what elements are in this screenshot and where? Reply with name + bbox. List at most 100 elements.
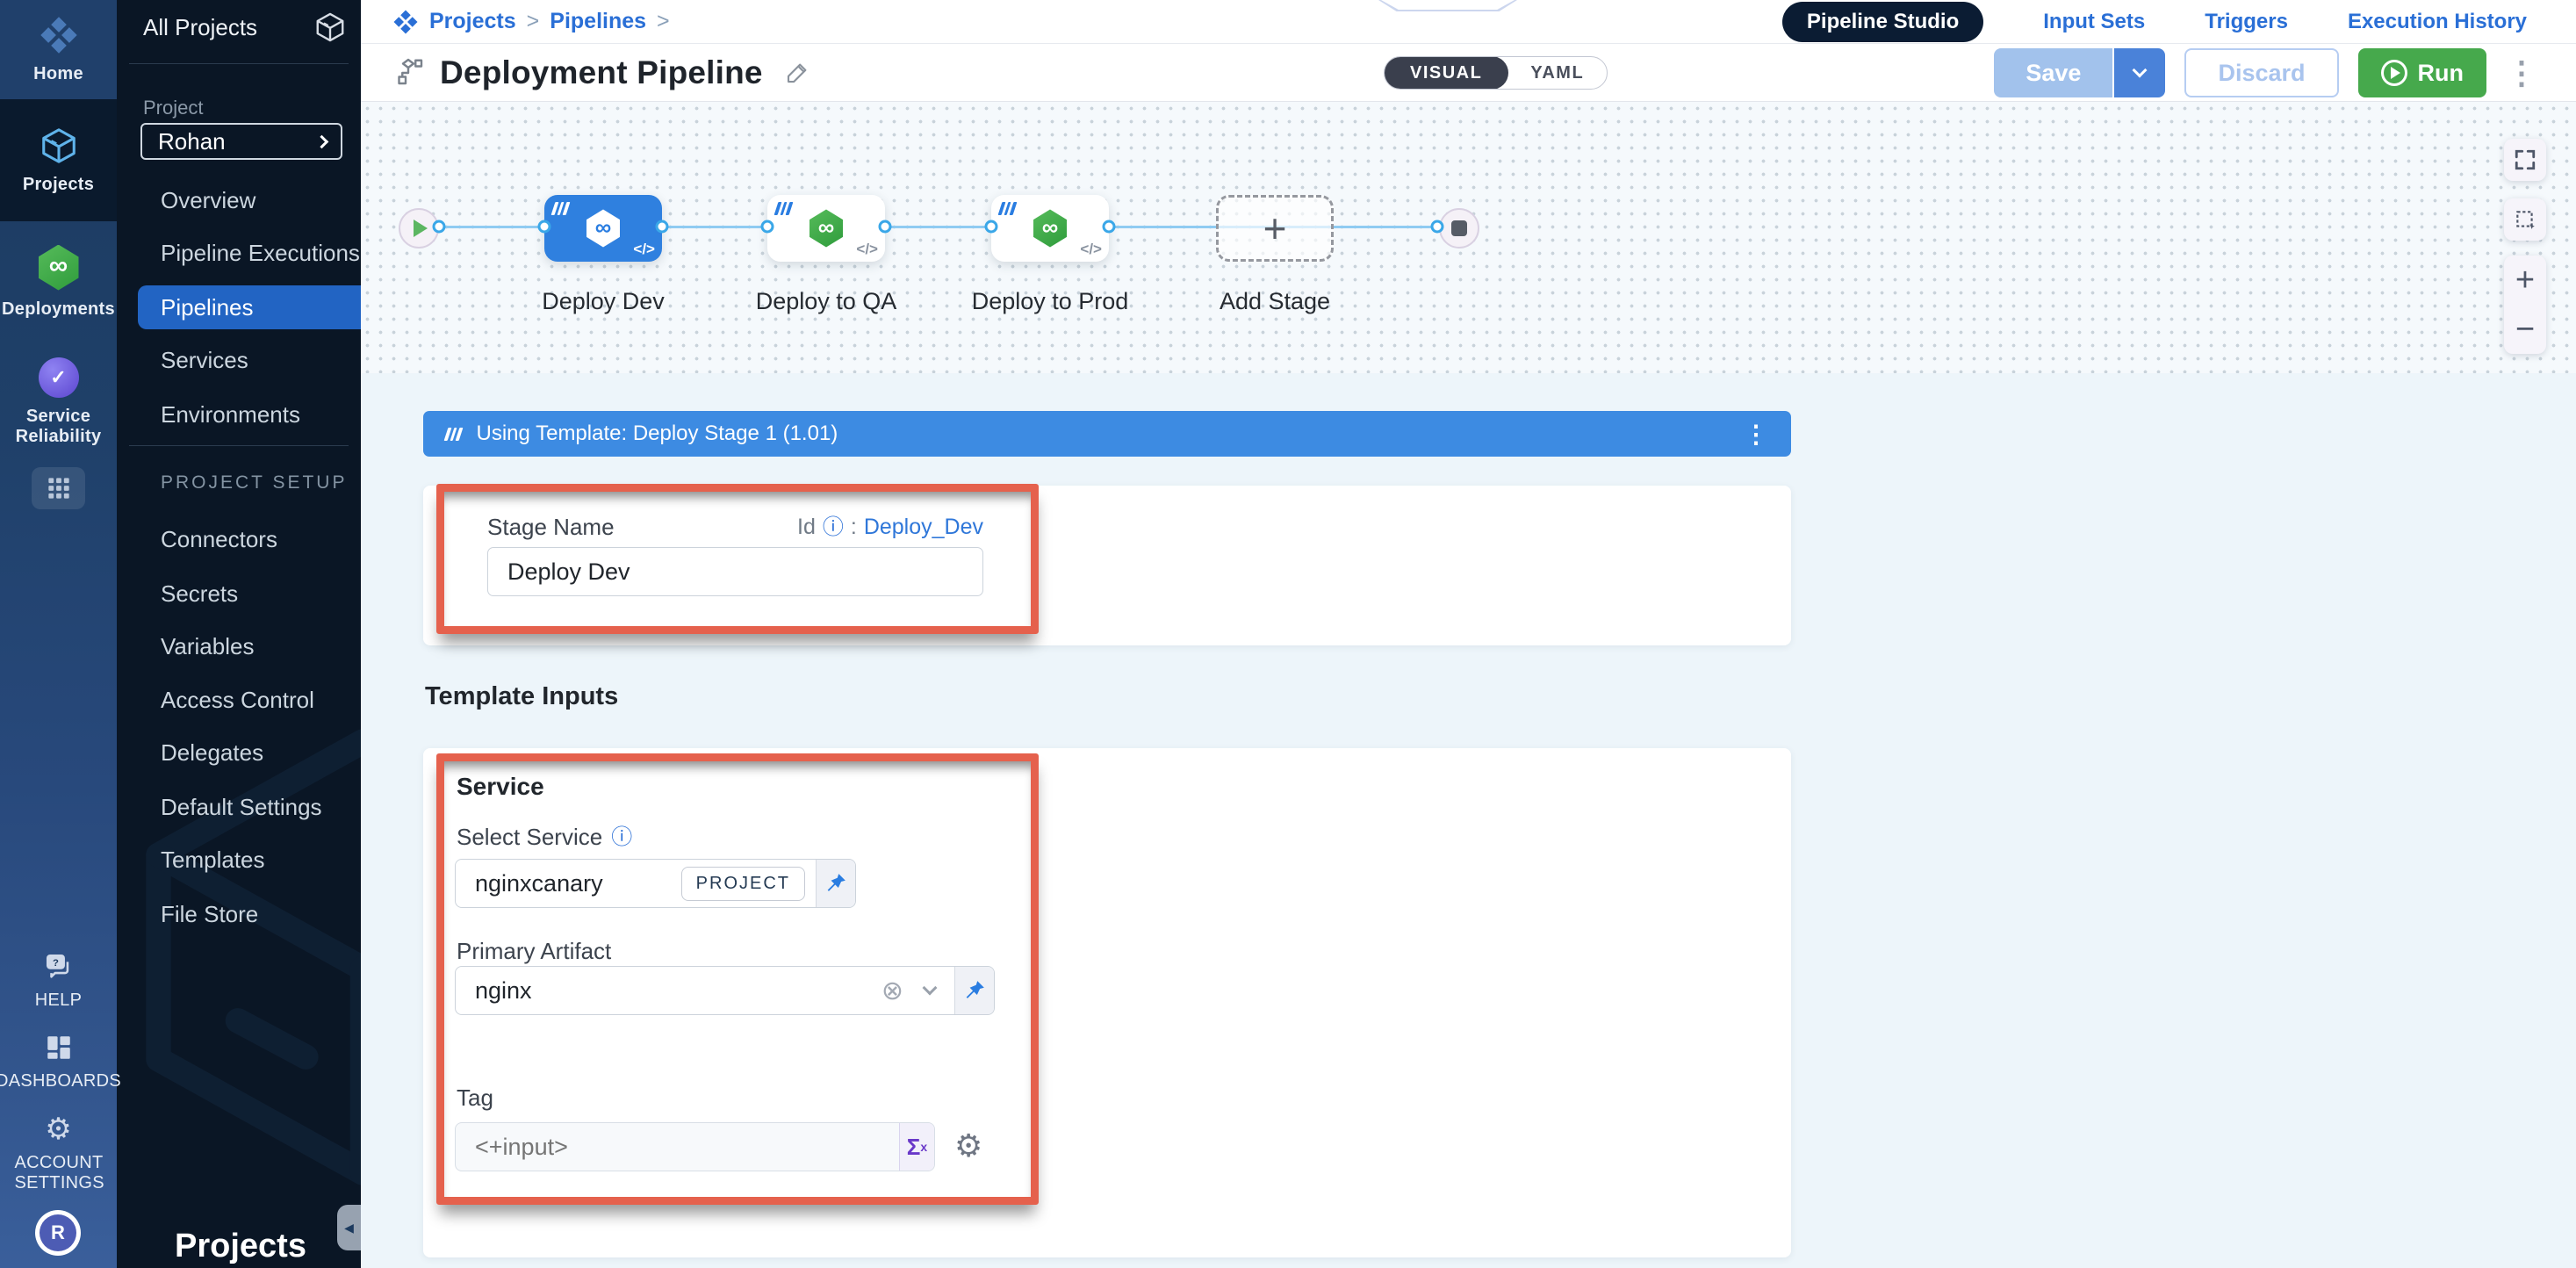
chevron-down-icon[interactable] xyxy=(923,981,938,996)
all-projects-button[interactable]: All Projects xyxy=(143,11,347,44)
toggle-visual[interactable]: VISUAL xyxy=(1384,56,1508,90)
multi-select-button[interactable] xyxy=(2504,198,2546,241)
zoom-out-button[interactable]: − xyxy=(2515,313,2535,346)
stage-name-input[interactable] xyxy=(487,547,983,596)
tab-triggers[interactable]: Triggers xyxy=(2205,10,2288,34)
sidebar-item-connectors[interactable]: Connectors xyxy=(117,517,361,561)
cd-hexagon-icon: ∞ xyxy=(586,210,620,248)
service-reliability-icon: ✓ xyxy=(39,357,79,398)
id-separator: : xyxy=(851,515,857,540)
module-picker-button[interactable] xyxy=(32,467,85,509)
sidebar-item-variables[interactable]: Variables xyxy=(117,624,361,668)
main-area: Projects > Pipelines > Pipeline Studio I… xyxy=(361,0,2576,1268)
fullscreen-button[interactable] xyxy=(2504,139,2546,181)
project-selector[interactable]: Rohan xyxy=(140,123,342,160)
tag-input[interactable] xyxy=(456,1123,855,1171)
template-inputs-heading: Template Inputs xyxy=(425,682,618,711)
tab-pipeline-studio[interactable]: Pipeline Studio xyxy=(1782,2,1983,42)
divider xyxy=(129,63,349,64)
stage-node-deploy-to-qa[interactable]: ∞ </> xyxy=(767,195,885,262)
stage-node-deploy-to-prod[interactable]: ∞ </> xyxy=(991,195,1109,262)
rail-item-deployments[interactable]: ∞ Deployments xyxy=(0,221,117,342)
sidebar-item-environments[interactable]: Environments xyxy=(117,393,361,436)
rail-item-label: Projects xyxy=(23,175,94,195)
sidebar-item-label: Services xyxy=(161,347,248,374)
play-icon xyxy=(414,220,428,237)
sidebar-item-label: Variables xyxy=(161,633,254,660)
sidebar-item-file-store[interactable]: File Store xyxy=(117,892,361,936)
all-projects-label: All Projects xyxy=(143,14,257,41)
sidebar-item-secrets[interactable]: Secrets xyxy=(117,572,361,616)
more-options-menu[interactable]: ⋮ xyxy=(2506,57,2537,89)
sidebar-item-templates[interactable]: Templates xyxy=(117,838,361,882)
tag-control: Σx xyxy=(455,1122,935,1171)
header-actions: Save Discard Run ⋮ xyxy=(1994,44,2537,102)
visual-yaml-toggle: VISUAL YAML xyxy=(1384,56,1608,90)
zoom-in-button[interactable]: + xyxy=(2515,263,2535,297)
pipeline-canvas[interactable]: ∞ </> ∞ </> ∞ </> + Deploy Dev xyxy=(361,102,2576,373)
sidebar-item-delegates[interactable]: Delegates xyxy=(117,731,361,774)
rail-item-service-reliability[interactable]: ✓ Service Reliability xyxy=(0,342,117,461)
code-icon: </> xyxy=(856,241,878,258)
dashboards-icon xyxy=(44,1033,74,1063)
rail-item-dashboards[interactable]: DASHBOARDS xyxy=(0,1026,117,1098)
save-button[interactable]: Save xyxy=(1994,48,2112,97)
info-icon[interactable]: ⓘ xyxy=(611,827,632,848)
primary-artifact-value[interactable]: nginx xyxy=(456,967,532,1014)
toggle-yaml[interactable]: YAML xyxy=(1507,57,1607,89)
rail-item-projects[interactable]: Projects xyxy=(0,99,117,221)
add-stage-button[interactable]: + xyxy=(1216,195,1334,262)
template-options-menu[interactable]: ⋮ xyxy=(1744,420,1768,449)
project-field-label: Project xyxy=(143,97,203,119)
edit-pencil-icon[interactable] xyxy=(784,60,810,86)
pin-button[interactable] xyxy=(954,967,994,1014)
sidebar-item-overview[interactable]: Overview xyxy=(117,178,361,222)
clear-icon[interactable]: ⊗ xyxy=(881,976,903,1006)
play-icon xyxy=(2381,60,2407,86)
rail-item-label: Home xyxy=(33,64,83,84)
breadcrumb-bar: Projects > Pipelines > Pipeline Studio I… xyxy=(361,0,2576,44)
add-stage-label: Add Stage xyxy=(1220,288,1330,315)
connector-dot xyxy=(761,220,774,234)
pipeline-end-node[interactable] xyxy=(1439,208,1479,249)
stage-label: Deploy to QA xyxy=(756,288,897,315)
rail-item-home[interactable]: Home xyxy=(0,0,117,99)
code-icon: </> xyxy=(1080,241,1102,258)
save-dropdown-button[interactable] xyxy=(2112,48,2165,97)
breadcrumb-projects[interactable]: Projects xyxy=(429,9,516,34)
stage-node-deploy-dev[interactable]: ∞ </> xyxy=(544,195,662,262)
settings-gear-icon[interactable]: ⚙ xyxy=(954,1128,982,1164)
stage-label: Deploy Dev xyxy=(542,288,665,315)
stage-id-value[interactable]: Deploy_Dev xyxy=(864,515,983,540)
template-bars-icon xyxy=(551,202,570,215)
sidebar-item-access-control[interactable]: Access Control xyxy=(117,678,361,722)
connector-dot xyxy=(538,220,551,234)
pin-button[interactable] xyxy=(816,860,855,907)
tab-execution-history[interactable]: Execution History xyxy=(2348,10,2527,34)
cube-icon xyxy=(39,126,79,166)
grid-icon xyxy=(47,476,71,501)
rail-item-help[interactable]: ? HELP xyxy=(0,947,117,1015)
chevron-right-icon xyxy=(315,134,329,148)
sidebar-item-label: Access Control xyxy=(161,687,314,714)
info-icon[interactable]: ⓘ xyxy=(823,517,844,538)
service-card: Service Select Service ⓘ nginxcanary PRO… xyxy=(423,748,1791,1257)
select-service-value[interactable]: nginxcanary xyxy=(456,860,603,907)
run-button[interactable]: Run xyxy=(2358,48,2486,97)
discard-button[interactable]: Discard xyxy=(2184,48,2338,97)
sidebar-item-services[interactable]: Services xyxy=(117,338,361,382)
sidebar-item-default-settings[interactable]: Default Settings xyxy=(117,785,361,829)
sidebar-item-pipelines[interactable]: Pipelines xyxy=(138,285,361,329)
sidebar-item-pipeline-executions[interactable]: Pipeline Executions xyxy=(117,231,361,275)
template-bars-icon xyxy=(444,428,463,441)
template-banner-text: Using Template: Deploy Stage 1 (1.01) xyxy=(477,421,838,446)
sidebar-collapse-handle[interactable]: ◀ xyxy=(337,1205,361,1250)
cd-hexagon-icon: ∞ xyxy=(809,210,843,248)
sidebar-item-label: Default Settings xyxy=(161,794,322,821)
tab-input-sets[interactable]: Input Sets xyxy=(2043,10,2145,34)
chevron-down-icon xyxy=(2133,63,2148,78)
user-avatar[interactable]: R xyxy=(35,1210,81,1256)
rail-item-account-settings[interactable]: ⚙ ACCOUNT SETTINGS xyxy=(0,1108,117,1200)
breadcrumb-pipelines[interactable]: Pipelines xyxy=(550,9,646,34)
expression-button[interactable]: Σx xyxy=(899,1123,934,1171)
